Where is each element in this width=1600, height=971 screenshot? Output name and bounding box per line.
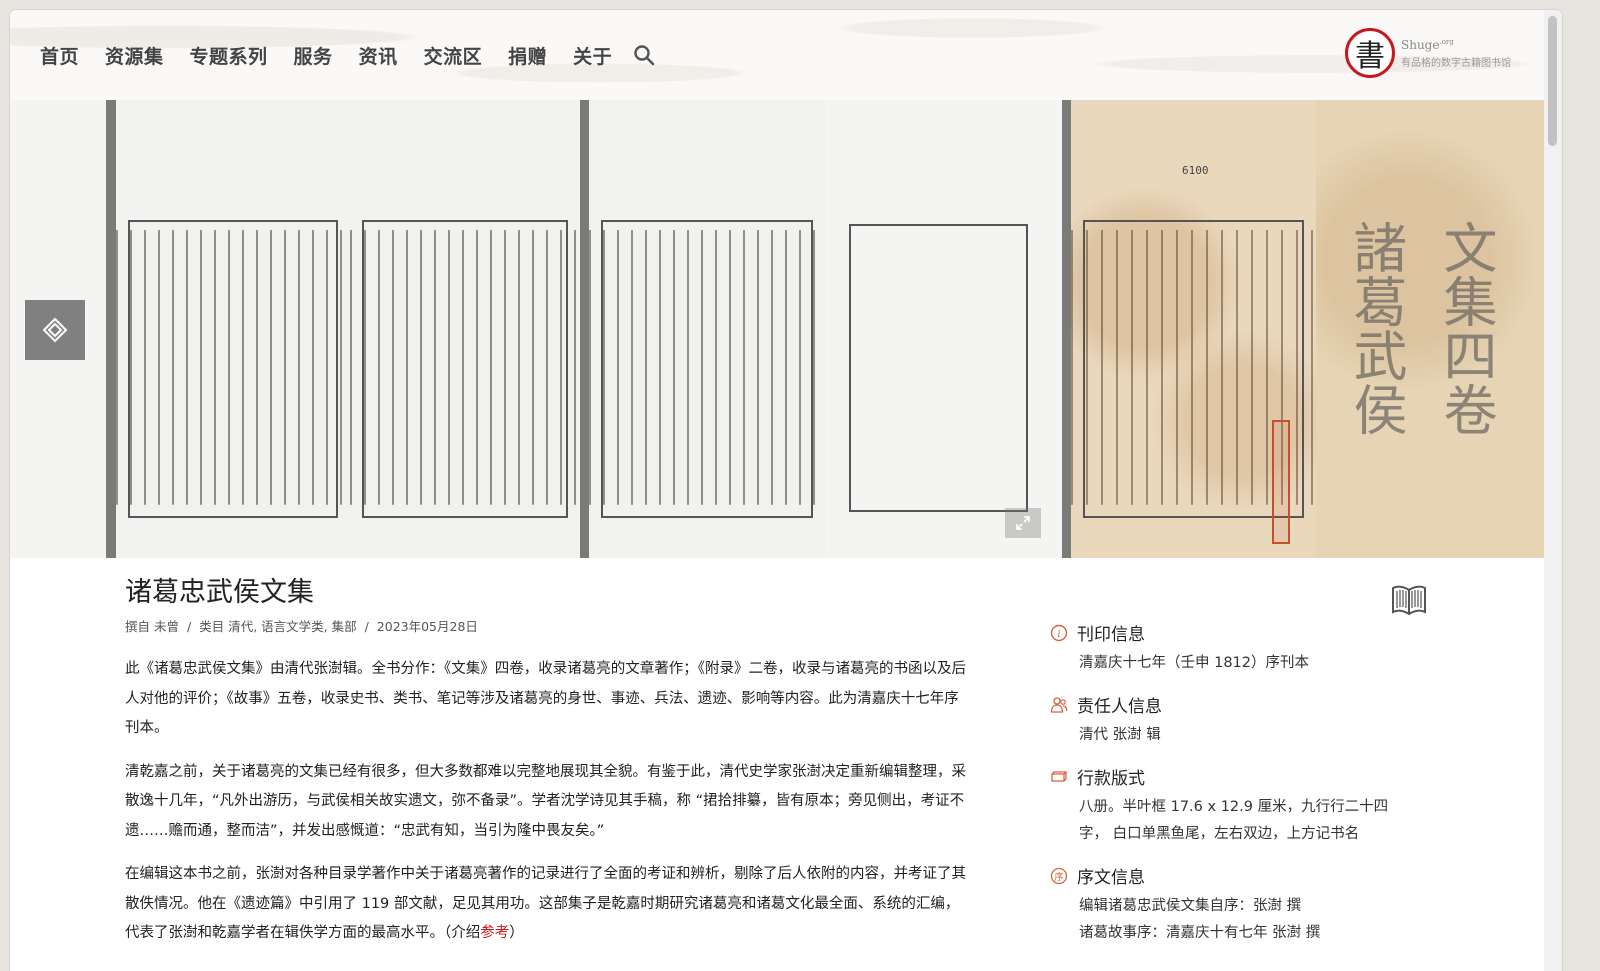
seal-icon: 序 bbox=[1050, 867, 1068, 884]
article-paragraph-end: ） bbox=[509, 925, 524, 941]
responsible-header: 责任人信息 bbox=[1050, 692, 1400, 717]
page-frame bbox=[362, 220, 568, 518]
article-meta: 撰自 未曾 / 类目 清代, 语言文学类, 集部 / 2023年05月28日 bbox=[125, 616, 970, 635]
cover-calligraphy: 文集四卷 bbox=[1434, 220, 1497, 436]
info-icon: i bbox=[1050, 624, 1068, 641]
nav-collections[interactable]: 资源集 bbox=[105, 42, 164, 69]
people-icon bbox=[1050, 696, 1068, 713]
preface-section: 序 序文信息 编辑诸葛忠武侯文集自序：张澍 撰 诸葛故事序：清嘉庆十有七年 张澍… bbox=[1050, 863, 1400, 947]
responsible-section: 责任人信息 清代 张澍 辑 bbox=[1050, 692, 1400, 749]
red-seal-stamp bbox=[1272, 420, 1290, 544]
site-logo[interactable]: 書 Shuge.org 有品格的数字古籍图书馆 bbox=[1345, 28, 1511, 78]
svg-text:序: 序 bbox=[1054, 871, 1063, 883]
format-body: 八册。半叶框 17.6 x 12.9 厘米，九行行二十四字， 白口单黑鱼尾，左右… bbox=[1079, 799, 1389, 842]
page-frame bbox=[1083, 220, 1304, 518]
article-paragraph: 清乾嘉之前，关于诸葛亮的文集已经有很多，但大多数都难以完整地展现其全貌。有鉴于此… bbox=[125, 763, 966, 839]
scrollbar[interactable] bbox=[1544, 10, 1562, 971]
banner-page bbox=[116, 100, 350, 558]
open-book-icon[interactable] bbox=[1390, 582, 1428, 616]
expand-icon bbox=[1016, 516, 1030, 530]
page-number: 6100 bbox=[1182, 164, 1209, 177]
slider-nav-button[interactable] bbox=[25, 300, 85, 360]
reference-link[interactable]: 参考 bbox=[480, 925, 509, 941]
banner-page bbox=[350, 100, 580, 558]
banner-page bbox=[825, 100, 1062, 558]
logo-name: Shuge.org bbox=[1401, 38, 1511, 52]
logo-slogan: 有品格的数字古籍图书馆 bbox=[1401, 57, 1511, 69]
logo-text: Shuge.org 有品格的数字古籍图书馆 bbox=[1401, 38, 1511, 69]
meta-author[interactable]: 未曾 bbox=[154, 619, 179, 634]
diamond-chevron-icon bbox=[42, 317, 68, 343]
logo-name-text: Shuge bbox=[1401, 37, 1440, 52]
print-info-title: 刊印信息 bbox=[1077, 625, 1145, 645]
preface-line: 编辑诸葛忠武侯文集自序：张澍 撰 bbox=[1079, 898, 1302, 914]
preface-header: 序 序文信息 bbox=[1050, 863, 1400, 888]
format-header: 行款版式 bbox=[1050, 764, 1400, 789]
format-title: 行款版式 bbox=[1077, 769, 1145, 789]
scrollbar-thumb[interactable] bbox=[1548, 16, 1557, 146]
cover-calligraphy: 諸葛武侯 bbox=[1344, 220, 1407, 436]
book-image-banner: 文集四卷 諸葛武侯 6100 bbox=[10, 100, 1544, 558]
search-icon[interactable] bbox=[632, 43, 656, 67]
banner-spine bbox=[580, 100, 589, 558]
browser-window: 首页 资源集 专题系列 服务 资讯 交流区 捐赠 关于 書 Shuge.org … bbox=[10, 10, 1562, 971]
article-paragraph: 此《诸葛忠武侯文集》由清代张澍辑。全书分作：《文集》四卷，收录诸葛亮的文章著作；… bbox=[125, 661, 966, 736]
page-frame bbox=[128, 220, 338, 518]
meta-author-label: 撰自 bbox=[125, 619, 151, 634]
info-sidebar: i 刊印信息 清嘉庆十七年（壬申 1812）序刊本 责任人信息 清代 张澍 辑 bbox=[1050, 620, 1400, 962]
meta-categories[interactable]: 清代, 语言文学类, 集部 bbox=[228, 619, 356, 634]
banner-spine bbox=[1062, 100, 1071, 558]
book-cover: 文集四卷 諸葛武侯 bbox=[1316, 100, 1544, 558]
nav-home[interactable]: 首页 bbox=[40, 42, 79, 69]
nav-services[interactable]: 服务 bbox=[294, 42, 333, 69]
responsible-title: 责任人信息 bbox=[1077, 697, 1162, 717]
print-info-header: i 刊印信息 bbox=[1050, 620, 1400, 645]
logo-name-suffix: .org bbox=[1439, 37, 1454, 46]
article-main: 诸葛忠武侯文集 撰自 未曾 / 类目 清代, 语言文学类, 集部 / 2023年… bbox=[125, 576, 970, 949]
main-nav: 首页 资源集 专题系列 服务 资讯 交流区 捐赠 关于 bbox=[40, 40, 656, 70]
format-section: 行款版式 八册。半叶框 17.6 x 12.9 厘米，九行行二十四字， 白口单黑… bbox=[1050, 764, 1400, 848]
banner-page bbox=[589, 100, 825, 558]
site-header: 首页 资源集 专题系列 服务 资讯 交流区 捐赠 关于 書 Shuge.org … bbox=[10, 10, 1562, 100]
preface-title: 序文信息 bbox=[1077, 868, 1145, 888]
responsible-body: 清代 张澍 辑 bbox=[1079, 727, 1161, 743]
nav-forum[interactable]: 交流区 bbox=[424, 42, 483, 69]
meta-category-label: 类目 bbox=[199, 619, 225, 634]
article-paragraph: 在编辑这本书之前，张澍对各种目录学著作中关于诸葛亮著作的记录进行了全面的考证和辨… bbox=[125, 860, 970, 949]
page-frame bbox=[601, 220, 813, 518]
print-info-body: 清嘉庆十七年（壬申 1812）序刊本 bbox=[1079, 655, 1310, 671]
preface-body: 编辑诸葛忠武侯文集自序：张澍 撰 诸葛故事序：清嘉庆十有七年 张澍 撰 bbox=[1079, 893, 1400, 947]
meta-date: 2023年05月28日 bbox=[376, 619, 478, 634]
nav-series[interactable]: 专题系列 bbox=[190, 42, 268, 69]
preface-line: 诸葛故事序：清嘉庆十有七年 张澍 撰 bbox=[1079, 925, 1321, 941]
page-frame bbox=[849, 224, 1028, 512]
page-title: 诸葛忠武侯文集 bbox=[125, 577, 314, 608]
expand-button[interactable] bbox=[1005, 508, 1041, 538]
svg-text:i: i bbox=[1057, 629, 1060, 640]
meta-separator: / bbox=[187, 619, 192, 634]
banner-spine bbox=[106, 100, 116, 558]
logo-seal: 書 bbox=[1345, 28, 1395, 78]
meta-separator: / bbox=[364, 619, 369, 634]
print-info-section: i 刊印信息 清嘉庆十七年（壬申 1812）序刊本 bbox=[1050, 620, 1400, 677]
nav-donate[interactable]: 捐赠 bbox=[508, 42, 547, 69]
book-format-icon bbox=[1051, 770, 1067, 782]
nav-news[interactable]: 资讯 bbox=[359, 42, 398, 69]
article-paragraph-text: 在编辑这本书之前，张澍对各种目录学著作中关于诸葛亮著作的记录进行了全面的考证和辨… bbox=[125, 866, 966, 941]
nav-about[interactable]: 关于 bbox=[573, 42, 612, 69]
